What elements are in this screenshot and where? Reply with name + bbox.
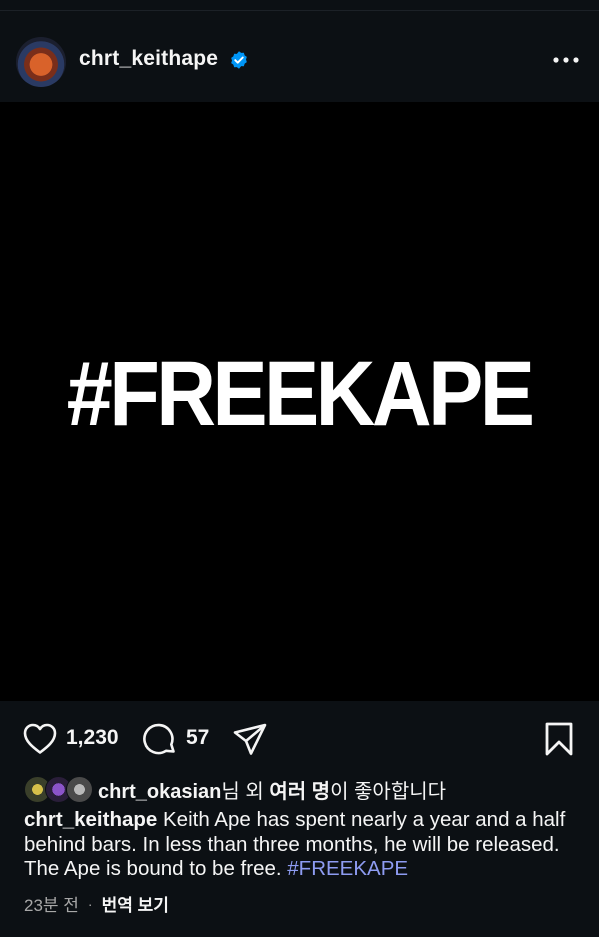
- post-caption: chrt_keithape Keith Ape has spent nearly…: [24, 808, 580, 882]
- more-options-icon[interactable]: [552, 54, 580, 66]
- caption-username[interactable]: chrt_keithape: [24, 808, 157, 831]
- liked-by-suffix-2: 이 좋아합니다: [330, 780, 447, 803]
- post-image[interactable]: #FREEKAPE: [0, 102, 599, 701]
- post-meta: 23분 전 · 번역 보기: [24, 891, 169, 916]
- send-icon[interactable]: [232, 721, 268, 757]
- liked-by-user[interactable]: chrt_okasian: [98, 781, 221, 803]
- liked-by-text: chrt_okasian님 외 여러 명이 좋아합니다: [98, 775, 446, 804]
- comment-count[interactable]: 57: [186, 726, 209, 750]
- liked-by-suffix-1: 님 외: [221, 780, 270, 803]
- post-username[interactable]: chrt_keithape: [79, 47, 218, 71]
- translate-link[interactable]: 번역 보기: [102, 891, 169, 916]
- liker-avatars: [24, 775, 94, 803]
- bookmark-icon[interactable]: [544, 721, 574, 757]
- profile-avatar[interactable]: [16, 37, 66, 87]
- heart-icon[interactable]: [22, 722, 58, 755]
- post-header: chrt_keithape: [0, 28, 599, 94]
- post-timestamp: 23분 전: [24, 896, 79, 915]
- like-count[interactable]: 1,230: [66, 726, 119, 750]
- meta-separator: ·: [87, 895, 93, 912]
- post-action-bar: 1,230 57: [0, 712, 599, 764]
- liked-by-others[interactable]: 여러 명: [269, 781, 330, 803]
- caption-hashtag[interactable]: #FREEKAPE: [287, 857, 408, 880]
- comment-icon[interactable]: [142, 721, 178, 757]
- liker-avatar: [66, 776, 93, 803]
- top-divider: [0, 10, 599, 11]
- liked-by-row[interactable]: chrt_okasian님 외 여러 명이 좋아합니다: [24, 773, 584, 805]
- post-image-text: #FREEKAPE: [67, 343, 535, 445]
- verified-badge-icon: [231, 51, 247, 69]
